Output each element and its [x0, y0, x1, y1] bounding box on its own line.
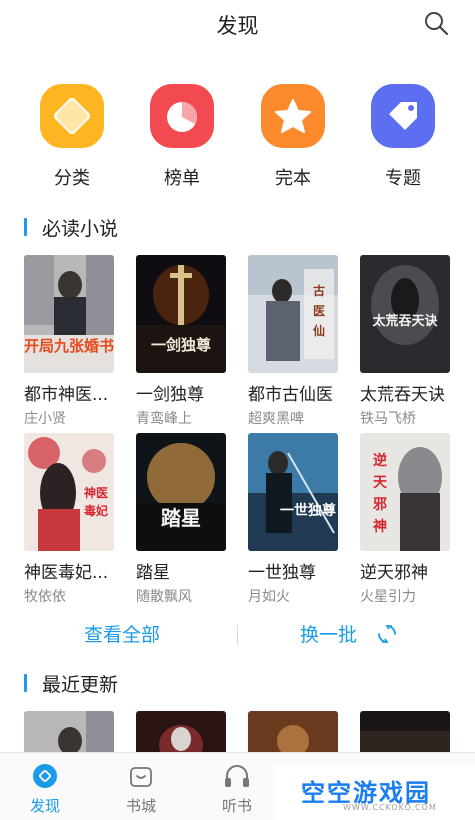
book-cover[interactable]: 一世独尊	[248, 433, 338, 551]
category-finished[interactable]: 完本	[248, 84, 338, 190]
cover-title: 毒妃	[84, 503, 108, 518]
book-cover[interactable]: 开局九张婚书	[24, 255, 114, 373]
refresh-batch-button[interactable]: 换一批	[300, 620, 357, 647]
nav-label: 听书	[221, 797, 252, 815]
book-card[interactable]: 踏星 踏星 随散飘风	[136, 433, 248, 606]
book-cover[interactable]: 太荒吞天诀	[360, 255, 450, 373]
view-all-button[interactable]: 查看全部	[84, 620, 160, 647]
search-icon[interactable]	[423, 10, 449, 36]
book-card[interactable]: 逆 天 邪 神 逆天邪神 火星引力	[360, 433, 472, 606]
book-title: 都市古仙医	[248, 385, 333, 405]
cover-title: 神医	[84, 485, 108, 500]
book-cover[interactable]: 逆 天 邪 神	[360, 433, 450, 551]
book-cover[interactable]: 神医 毒妃	[24, 433, 114, 551]
watermark-subtext: WWW.CCKOKO.COM	[343, 803, 437, 812]
category-label: 专题	[385, 168, 421, 189]
category-label: 榜单	[164, 168, 200, 189]
book-title: 都市神医...	[24, 385, 109, 405]
book-card[interactable]: 太荒吞天诀 太荒吞天诀 铁马飞桥	[360, 255, 472, 428]
star-icon	[261, 84, 325, 148]
cover-title: 古	[313, 283, 325, 298]
divider	[237, 625, 238, 645]
cover-title: 一世独尊	[280, 502, 336, 519]
category-topic[interactable]: 专题	[358, 84, 448, 190]
cover-title: 仙	[313, 323, 325, 338]
discover-icon	[33, 764, 57, 788]
cover-title: 一剑独尊	[151, 336, 211, 354]
category-classify[interactable]: 分类	[27, 84, 117, 190]
book-card[interactable]: 开局九张婚书 都市神医... 庄小贤	[24, 255, 136, 428]
nav-label: 发现	[29, 797, 60, 815]
book-title: 逆天邪神	[360, 563, 428, 583]
bookstore-icon	[130, 767, 152, 787]
ranking-icon	[150, 84, 214, 148]
book-author: 月如火	[248, 589, 290, 605]
cover-title: 逆	[373, 452, 387, 469]
refresh-icon[interactable]	[376, 623, 398, 645]
book-author: 铁马飞桥	[360, 411, 416, 427]
book-card[interactable]: 古 医 仙 都市古仙医 超爽黑啤	[248, 255, 360, 428]
book-title: 踏星	[136, 563, 170, 583]
book-card[interactable]: 神医 毒妃 神医毒妃... 牧依依	[24, 433, 136, 606]
book-author: 牧依依	[24, 589, 66, 605]
book-card[interactable]: 一世独尊 一世独尊 月如火	[248, 433, 360, 606]
cover-title: 踏星	[161, 506, 201, 530]
page-title: 发现	[216, 14, 259, 38]
book-title: 神医毒妃...	[24, 563, 109, 583]
book-title: 太荒吞天诀	[360, 385, 445, 405]
headphones-icon	[225, 765, 249, 787]
nav-audiobook[interactable]: 听书	[207, 763, 267, 816]
category-label: 分类	[54, 168, 90, 189]
cover-title: 太荒吞天诀	[371, 313, 438, 329]
book-author: 庄小贤	[24, 411, 66, 427]
category-ranking[interactable]: 榜单	[137, 84, 227, 190]
book-actions: 查看全部 换一批	[0, 620, 475, 650]
book-author: 火星引力	[360, 589, 416, 605]
category-row: 分类 榜单 完本 专题	[0, 84, 475, 194]
book-author: 随散飘风	[136, 589, 192, 605]
cover-title: 神	[373, 518, 387, 535]
book-cover[interactable]: 古 医 仙	[248, 255, 338, 373]
section-bar	[24, 674, 27, 692]
book-author: 超爽黑啤	[248, 411, 304, 427]
book-cover[interactable]: 一剑独尊	[136, 255, 226, 373]
section-bar	[24, 218, 27, 236]
watermark: 空空游戏园 WWW.CCKOKO.COM	[275, 765, 475, 820]
book-card[interactable]: 一剑独尊 一剑独尊 青鸾峰上	[136, 255, 248, 428]
book-title: 一世独尊	[248, 563, 316, 583]
section-title: 最近更新	[42, 674, 119, 696]
header: 发现	[0, 0, 475, 50]
book-cover[interactable]: 踏星	[136, 433, 226, 551]
cover-title: 天	[373, 475, 388, 491]
nav-discover[interactable]: 发现	[15, 763, 75, 816]
cover-title: 邪	[372, 497, 387, 513]
nav-bookstore[interactable]: 书城	[111, 763, 171, 816]
category-label: 完本	[275, 168, 311, 189]
section-title: 必读小说	[42, 218, 119, 240]
book-title: 一剑独尊	[136, 385, 204, 405]
cover-title: 开局九张婚书	[24, 337, 114, 355]
tag-icon	[371, 84, 435, 148]
cover-title: 医	[313, 304, 325, 318]
book-author: 青鸾峰上	[136, 411, 192, 427]
category-icon	[40, 84, 104, 148]
nav-label: 书城	[125, 797, 156, 815]
